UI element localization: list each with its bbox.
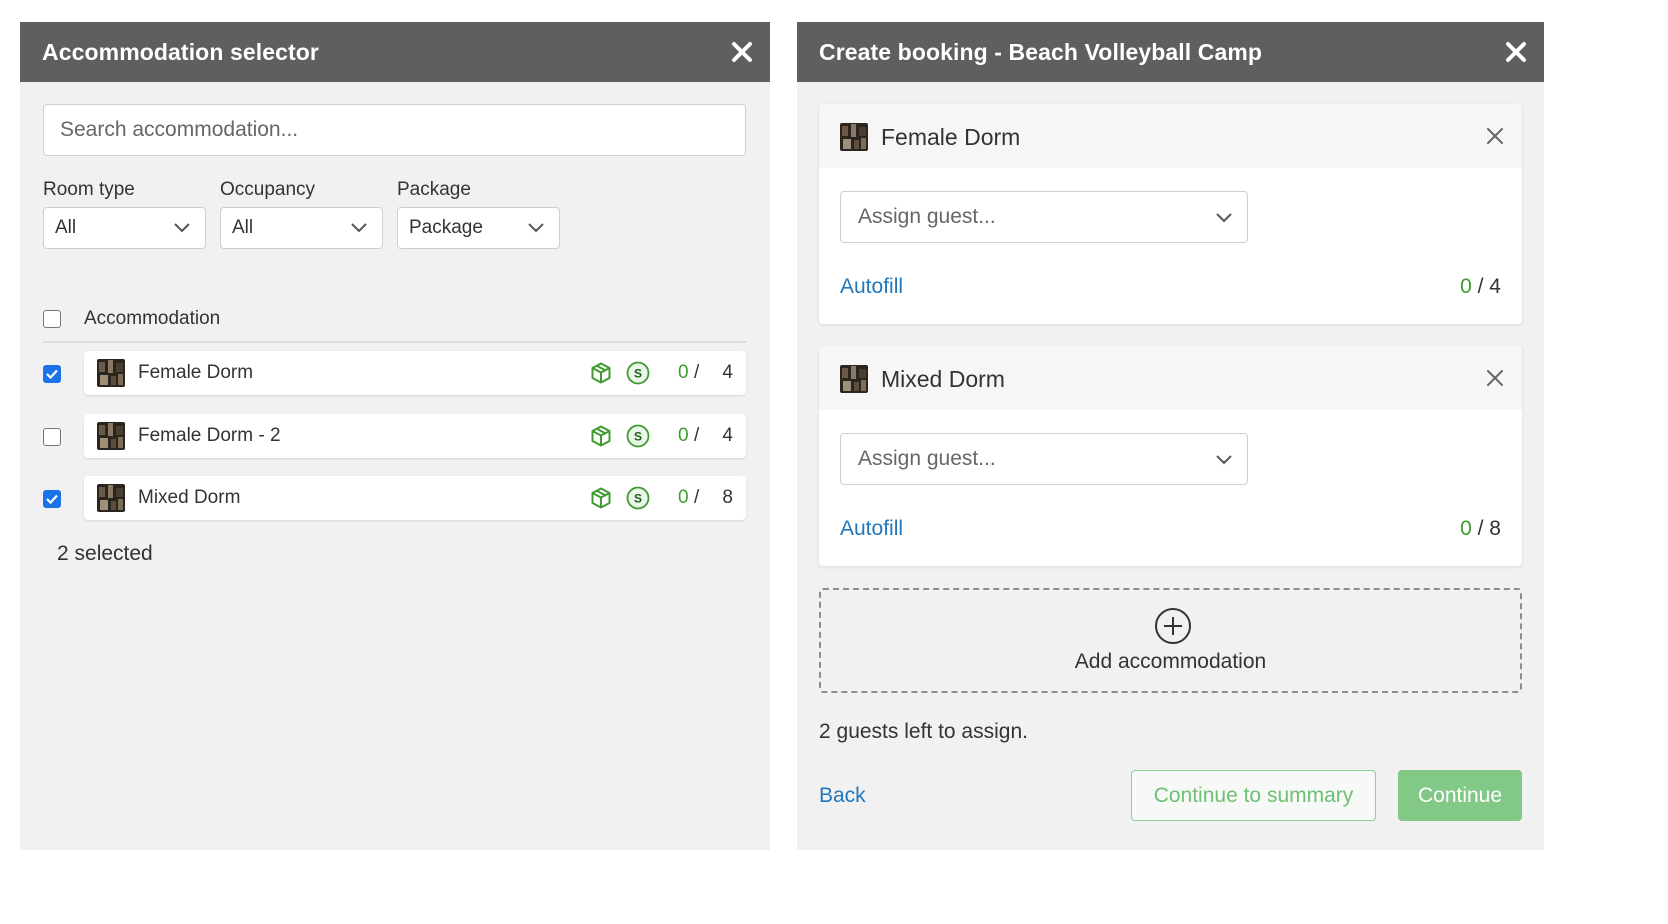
continue-button[interactable]: Continue — [1398, 770, 1522, 821]
card-title: Female Dorm — [881, 124, 1021, 150]
chevron-down-icon — [351, 223, 367, 233]
card-header: Female Dorm — [819, 104, 1522, 168]
close-icon[interactable] — [1485, 368, 1505, 388]
plus-circle-icon — [1155, 608, 1191, 644]
row-name: Female Dorm - 2 — [138, 425, 281, 446]
occupancy-value: All — [232, 217, 254, 238]
table-row[interactable]: Female Dorm - 2 S 0 / 4 — [84, 414, 746, 458]
assign-guest-placeholder: Assign guest... — [858, 205, 996, 228]
capacity: 8 — [722, 487, 733, 508]
svg-text:S: S — [634, 367, 642, 381]
autofill-link[interactable]: Autofill — [840, 275, 903, 299]
package-icon — [591, 487, 611, 509]
back-link[interactable]: Back — [819, 784, 866, 808]
selected-count: 2 selected — [57, 542, 153, 565]
room-thumbnail — [840, 365, 868, 393]
room-thumbnail — [97, 359, 125, 387]
package-icon — [591, 425, 611, 447]
chevron-down-icon — [1216, 455, 1232, 465]
room-type-select[interactable]: All — [43, 207, 206, 249]
select-all-checkbox[interactable] — [43, 310, 61, 328]
row-name: Female Dorm — [138, 362, 254, 383]
assigned-count: 0 — [678, 487, 689, 508]
chevron-down-icon — [1216, 213, 1232, 223]
accommodation-card: Mixed Dorm Assign guest... Autofill 0 / … — [819, 346, 1522, 566]
table-row[interactable]: Mixed Dorm S 0 / 8 — [84, 476, 746, 520]
checkmark-icon — [46, 494, 58, 505]
room-thumbnail — [97, 422, 125, 450]
room-thumbnail — [97, 484, 125, 512]
assigned-count: 0 — [678, 362, 689, 383]
row-checkbox-female-dorm-2[interactable] — [43, 428, 61, 446]
assigned-count: 0 — [1460, 275, 1472, 298]
selector-title: Accommodation selector — [42, 38, 319, 65]
room-thumbnail — [840, 123, 868, 151]
assigned-count: 0 — [678, 425, 689, 446]
package-select[interactable]: Package — [397, 207, 560, 249]
table-row[interactable]: Female Dorm S 0 / 4 — [84, 351, 746, 395]
add-accommodation-label: Add accommodation — [1074, 650, 1267, 673]
create-booking-panel: Create booking - Beach Volleyball Camp F… — [797, 22, 1544, 850]
autofill-link[interactable]: Autofill — [840, 517, 903, 541]
assign-guest-select[interactable]: Assign guest... — [840, 191, 1248, 243]
capacity: / 8 — [1477, 517, 1501, 540]
card-title: Mixed Dorm — [881, 366, 1005, 392]
guest-count: 0 / 4 — [1460, 275, 1501, 299]
close-icon[interactable] — [730, 40, 754, 64]
dollar-circle-icon: S — [626, 361, 650, 385]
occupancy-label: Occupancy — [220, 179, 316, 200]
package-label: Package — [397, 179, 471, 200]
accommodation-card: Female Dorm Assign guest... Autofill 0 /… — [819, 104, 1522, 324]
card-header: Mixed Dorm — [819, 346, 1522, 410]
selector-header: Accommodation selector — [20, 22, 770, 82]
search-input[interactable] — [43, 104, 746, 156]
package-value: Package — [409, 217, 483, 238]
assigned-count: 0 — [1460, 517, 1472, 540]
dollar-circle-icon: S — [626, 424, 650, 448]
assign-guest-select[interactable]: Assign guest... — [840, 433, 1248, 485]
add-accommodation-button[interactable]: Add accommodation — [819, 588, 1522, 693]
booking-header: Create booking - Beach Volleyball Camp — [797, 22, 1544, 82]
accommodation-column-header: Accommodation — [84, 308, 221, 329]
occupancy-select[interactable]: All — [220, 207, 383, 249]
divider — [43, 341, 746, 343]
booking-title: Create booking - Beach Volleyball Camp — [819, 38, 1263, 65]
room-type-label: Room type — [43, 179, 135, 200]
count-separator: / — [694, 362, 700, 383]
close-icon[interactable] — [1504, 40, 1528, 64]
dollar-circle-icon: S — [626, 486, 650, 510]
checkmark-icon — [46, 369, 58, 380]
room-type-value: All — [55, 217, 77, 238]
row-checkbox-female-dorm[interactable] — [43, 365, 61, 383]
row-name: Mixed Dorm — [138, 487, 241, 508]
close-icon[interactable] — [1485, 126, 1505, 146]
guest-count: 0 / 8 — [1460, 517, 1501, 541]
chevron-down-icon — [528, 223, 544, 233]
svg-text:S: S — [634, 492, 642, 506]
guests-left-text: 2 guests left to assign. — [819, 720, 1028, 743]
count-separator: / — [694, 425, 700, 446]
accommodation-selector-panel: Accommodation selector Room type All Occ… — [20, 22, 770, 850]
row-checkbox-mixed-dorm[interactable] — [43, 490, 61, 508]
package-icon — [591, 362, 611, 384]
capacity: / 4 — [1477, 275, 1501, 298]
count-separator: / — [694, 487, 700, 508]
chevron-down-icon — [174, 223, 190, 233]
svg-text:S: S — [634, 430, 642, 444]
assign-guest-placeholder: Assign guest... — [858, 447, 996, 470]
capacity: 4 — [722, 362, 733, 383]
capacity: 4 — [722, 425, 733, 446]
continue-to-summary-button[interactable]: Continue to summary — [1131, 770, 1376, 821]
